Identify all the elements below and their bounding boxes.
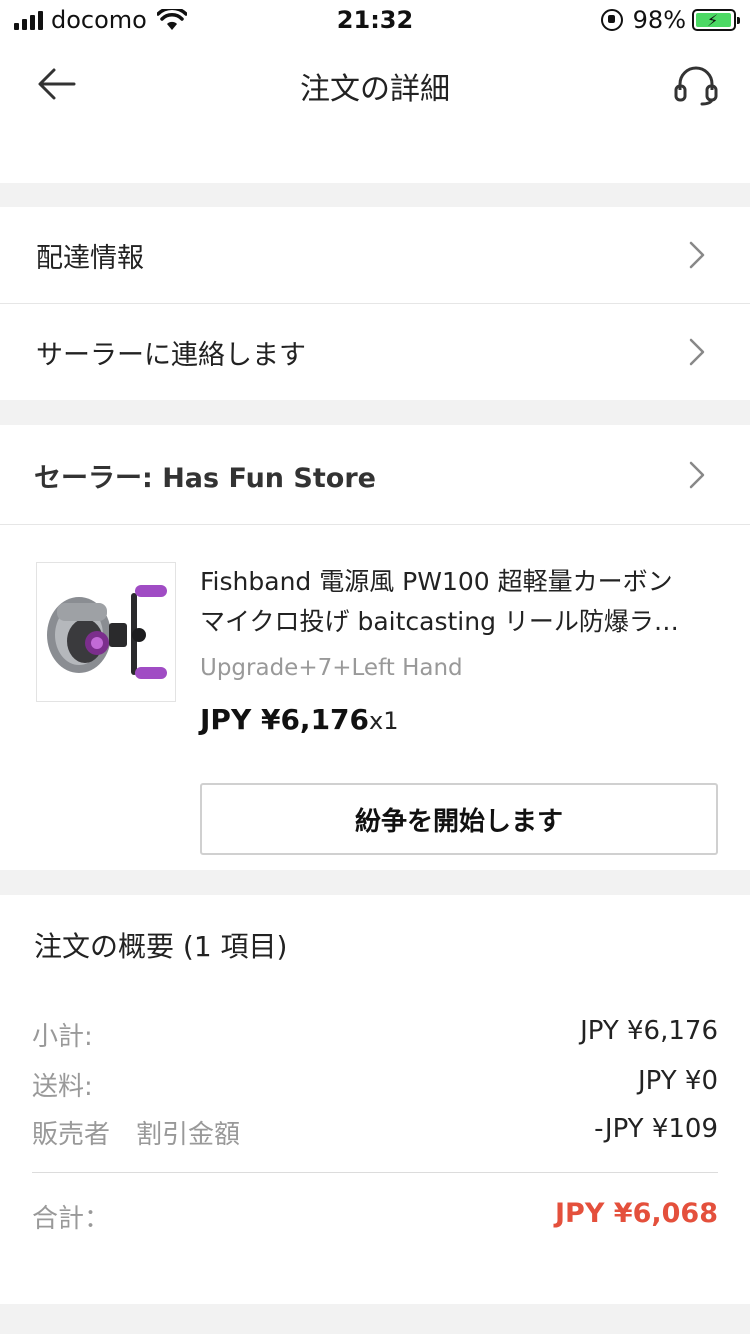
order-summary-title: 注文の概要 (1 項目) [34, 930, 288, 963]
product-price-block: JPY ¥6,176x1 [200, 703, 399, 736]
seller-row[interactable]: セーラー: Has Fun Store [0, 425, 750, 525]
nav-bar: 注文の詳細 [0, 42, 750, 130]
product-variant: Upgrade+7+Left Hand [200, 655, 463, 681]
discount-label: 販売者 割引金額 [32, 1120, 241, 1150]
chevron-right-icon [689, 461, 705, 489]
section-gap [0, 183, 750, 207]
section-gap [0, 870, 750, 895]
section-gap [0, 1304, 750, 1334]
battery-percent: 98% [632, 6, 686, 34]
headset-icon[interactable] [672, 64, 720, 106]
seller-name: セーラー: Has Fun Store [34, 462, 376, 494]
product-price: JPY ¥6,176 [200, 703, 370, 736]
chevron-right-icon [689, 241, 705, 269]
delivery-info-row[interactable]: 配達情報 [0, 207, 750, 303]
status-bar: docomo 21:32 98% ⚡ [0, 0, 750, 42]
contact-seller-label: サーラーに連絡します [36, 339, 306, 371]
total-value: JPY ¥6,068 [555, 1198, 718, 1229]
rotation-lock-icon [600, 9, 623, 31]
fishing-reel-image [37, 563, 175, 701]
subtotal-label: 小計: [32, 1022, 93, 1052]
product-image[interactable] [36, 562, 176, 702]
shipping-value: JPY ¥0 [637, 1066, 718, 1096]
total-row: 合計： JPY ¥6,068 [32, 1198, 718, 1235]
open-dispute-button[interactable]: 紛争を開始します [200, 783, 718, 855]
page-title: 注文の詳細 [300, 72, 450, 107]
product-quantity: x1 [369, 707, 399, 735]
status-right: 98% ⚡ [600, 6, 740, 34]
shipping-row: 送料: JPY ¥0 [32, 1066, 718, 1103]
chevron-right-icon [689, 338, 705, 366]
subtotal-value: JPY ¥6,176 [580, 1016, 718, 1046]
row-divider [0, 524, 750, 525]
section-gap [0, 400, 750, 425]
shipping-label: 送料: [32, 1072, 93, 1102]
product-title-line-2: マイクロ投げ baitcasting リール防爆ラ… [200, 607, 679, 636]
product-title-line-1: Fishband 電源風 PW100 超軽量カーボン [200, 567, 673, 596]
discount-value: -JPY ¥109 [594, 1114, 718, 1144]
delivery-info-label: 配達情報 [36, 242, 144, 274]
subtotal-row: 小計: JPY ¥6,176 [32, 1016, 718, 1053]
battery-icon: ⚡ [692, 9, 740, 31]
charging-bolt-icon: ⚡ [707, 11, 719, 30]
discount-row: 販売者 割引金額 -JPY ¥109 [32, 1114, 718, 1151]
contact-seller-row[interactable]: サーラーに連絡します [0, 304, 750, 400]
total-label: 合計： [32, 1204, 111, 1234]
product-title[interactable]: Fishband 電源風 PW100 超軽量カーボン マイクロ投げ baitca… [200, 562, 720, 642]
total-divider [32, 1172, 718, 1173]
